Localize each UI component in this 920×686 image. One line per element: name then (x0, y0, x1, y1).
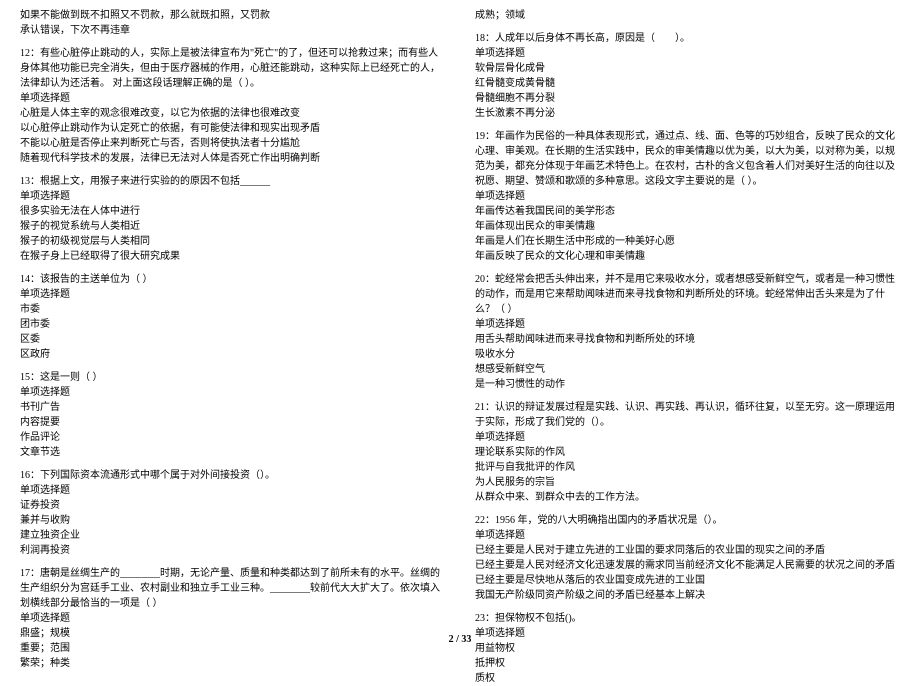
option-text: 年画是人们在长期生活中形成的一种美好心愿 (475, 234, 900, 249)
option-text: 团市委 (20, 317, 445, 332)
option-text: 文章节选 (20, 445, 445, 460)
option-text: 以心脏停止跳动作为认定死亡的依据，有可能使法律和现实出现矛盾 (20, 121, 445, 136)
question-21: 21：认识的辩证发展过程是实践、认识、再实践、再认识，循环往复，以至无穷。这一原… (475, 400, 900, 505)
question-type: 单项选择题 (20, 385, 445, 400)
option-text: 已经主要是人民对经济文化迅速发展的需求同当前经济文化不能满足人民需要的状况之间的… (475, 558, 900, 573)
question-stem: 19：年画作为民俗的一种具体表现形式，通过点、线、面、色等的巧妙组合，反映了民众… (475, 129, 900, 189)
question-19: 19：年画作为民俗的一种具体表现形式，通过点、线、面、色等的巧妙组合，反映了民众… (475, 129, 900, 264)
left-column: 如果不能做到既不扣照又不罚款，那么就既扣照，又罚款 承认错误，下次不再违章 12… (20, 8, 445, 638)
question-type: 单项选择题 (20, 189, 445, 204)
option-text: 红骨髓变成黄骨髓 (475, 76, 900, 91)
question-15: 15：这是一则（ ） 单项选择题 书刊广告 内容提要 作品评论 文章节选 (20, 370, 445, 460)
question-23: 23：担保物权不包括()。 单项选择题 用益物权 抵押权 质权 (475, 611, 900, 686)
option-text: 区政府 (20, 347, 445, 362)
option-text: 繁荣；种类 (20, 656, 445, 671)
option-text: 是一种习惯性的动作 (475, 377, 900, 392)
option-text: 我国无产阶级同资产阶级之间的矛盾已经基本上解决 (475, 588, 900, 603)
question-18: 18：人成年以后身体不再长高，原因是（ ）。 单项选择题 软骨层骨化成骨 红骨髓… (475, 31, 900, 121)
question-stem: 20：蛇经常会把舌头伸出来，并不是用它来吸收水分，或者想感受新鲜空气，或者是一种… (475, 272, 900, 317)
question-stem: 18：人成年以后身体不再长高，原因是（ ）。 (475, 31, 900, 46)
option-text: 从群众中来、到群众中去的工作方法。 (475, 490, 900, 505)
question-stem: 12：有些心脏停止跳动的人，实际上是被法律宣布为"死亡"的了，但还可以抢救过来；… (20, 46, 445, 91)
option-text: 抵押权 (475, 656, 900, 671)
option-text: 作品评论 (20, 430, 445, 445)
option-text: 不能以心脏是否停止来判断死亡与否，否则将使执法者十分尴尬 (20, 136, 445, 151)
option-text: 书刊广告 (20, 400, 445, 415)
question-17: 17：唐朝是丝绸生产的________时期，无论产量、质量和种类都达到了前所未有… (20, 566, 445, 671)
option-text: 软骨层骨化成骨 (475, 61, 900, 76)
question-14: 14：该报告的主送单位为（ ） 单项选择题 市委 团市委 区委 区政府 (20, 272, 445, 362)
question-16: 16：下列国际资本流通形式中哪个属于对外间接投资（）。 单项选择题 证券投资 兼… (20, 468, 445, 558)
option-text: 如果不能做到既不扣照又不罚款，那么就既扣照，又罚款 (20, 8, 445, 23)
question-stem: 23：担保物权不包括()。 (475, 611, 900, 626)
question-type: 单项选择题 (475, 430, 900, 445)
question-stem: 16：下列国际资本流通形式中哪个属于对外间接投资（）。 (20, 468, 445, 483)
question-22: 22：1956 年，党的八大明确指出国内的矛盾状况是（）。 单项选择题 已经主要… (475, 513, 900, 603)
option-text: 用舌头帮助闻味进而来寻找食物和判断所处的环境 (475, 332, 900, 347)
question-type: 单项选择题 (475, 528, 900, 543)
question-13: 13：根据上文，用猴子来进行实验的的原因不包括______ 单项选择题 很多实验… (20, 174, 445, 264)
option-text: 内容提要 (20, 415, 445, 430)
question-type: 单项选择题 (20, 287, 445, 302)
question-type: 单项选择题 (20, 91, 445, 106)
option-text: 建立独资企业 (20, 528, 445, 543)
right-column: 成熟；领域 18：人成年以后身体不再长高，原因是（ ）。 单项选择题 软骨层骨化… (475, 8, 900, 638)
option-text: 已经主要是人民对于建立先进的工业国的要求同落后的农业国的现实之间的矛盾 (475, 543, 900, 558)
question-type: 单项选择题 (20, 483, 445, 498)
question-12: 12：有些心脏停止跳动的人，实际上是被法律宣布为"死亡"的了，但还可以抢救过来；… (20, 46, 445, 166)
option-text: 理论联系实际的作风 (475, 445, 900, 460)
question-type: 单项选择题 (475, 317, 900, 332)
option-text: 随着现代科学技术的发展，法律已无法对人体是否死亡作出明确判断 (20, 151, 445, 166)
option-text: 猴子的视觉系统与人类相近 (20, 219, 445, 234)
q11-tail: 如果不能做到既不扣照又不罚款，那么就既扣照，又罚款 承认错误，下次不再违章 (20, 8, 445, 38)
option-text: 已经主要是尽快地从落后的农业国变成先进的工业国 (475, 573, 900, 588)
question-type: 单项选择题 (20, 611, 445, 626)
option-text: 很多实验无法在人体中进行 (20, 204, 445, 219)
question-20: 20：蛇经常会把舌头伸出来，并不是用它来吸收水分，或者想感受新鲜空气，或者是一种… (475, 272, 900, 392)
option-text: 在猴子身上已经取得了很大研究成果 (20, 249, 445, 264)
option-text: 心脏是人体主宰的观念很难改变，以它为依据的法律也很难改变 (20, 106, 445, 121)
question-stem: 13：根据上文，用猴子来进行实验的的原因不包括______ (20, 174, 445, 189)
option-text: 证券投资 (20, 498, 445, 513)
option-text: 想感受新鲜空气 (475, 362, 900, 377)
question-type: 单项选择题 (475, 189, 900, 204)
question-stem: 17：唐朝是丝绸生产的________时期，无论产量、质量和种类都达到了前所未有… (20, 566, 445, 611)
option-text: 年画传达着我国民间的美学形态 (475, 204, 900, 219)
option-text: 成熟；领域 (475, 8, 900, 23)
option-text: 年画反映了民众的文化心理和审美情趣 (475, 249, 900, 264)
option-text: 承认错误，下次不再违章 (20, 23, 445, 38)
option-text: 生长激素不再分泌 (475, 106, 900, 121)
option-text: 批评与自我批评的作风 (475, 460, 900, 475)
option-text: 利润再投资 (20, 543, 445, 558)
option-text: 市委 (20, 302, 445, 317)
option-text: 骨髓细胞不再分裂 (475, 91, 900, 106)
option-text: 年画体现出民众的审美情趣 (475, 219, 900, 234)
option-text: 兼并与收购 (20, 513, 445, 528)
question-stem: 21：认识的辩证发展过程是实践、认识、再实践、再认识，循环往复，以至无穷。这一原… (475, 400, 900, 430)
question-type: 单项选择题 (475, 46, 900, 61)
option-text: 区委 (20, 332, 445, 347)
q17-tail: 成熟；领域 (475, 8, 900, 23)
option-text: 猴子的初级视觉层与人类相同 (20, 234, 445, 249)
question-stem: 15：这是一则（ ） (20, 370, 445, 385)
option-text: 为人民服务的宗旨 (475, 475, 900, 490)
question-stem: 22：1956 年，党的八大明确指出国内的矛盾状况是（）。 (475, 513, 900, 528)
page-number: 2 / 33 (0, 632, 920, 647)
option-text: 质权 (475, 671, 900, 686)
question-stem: 14：该报告的主送单位为（ ） (20, 272, 445, 287)
option-text: 吸收水分 (475, 347, 900, 362)
